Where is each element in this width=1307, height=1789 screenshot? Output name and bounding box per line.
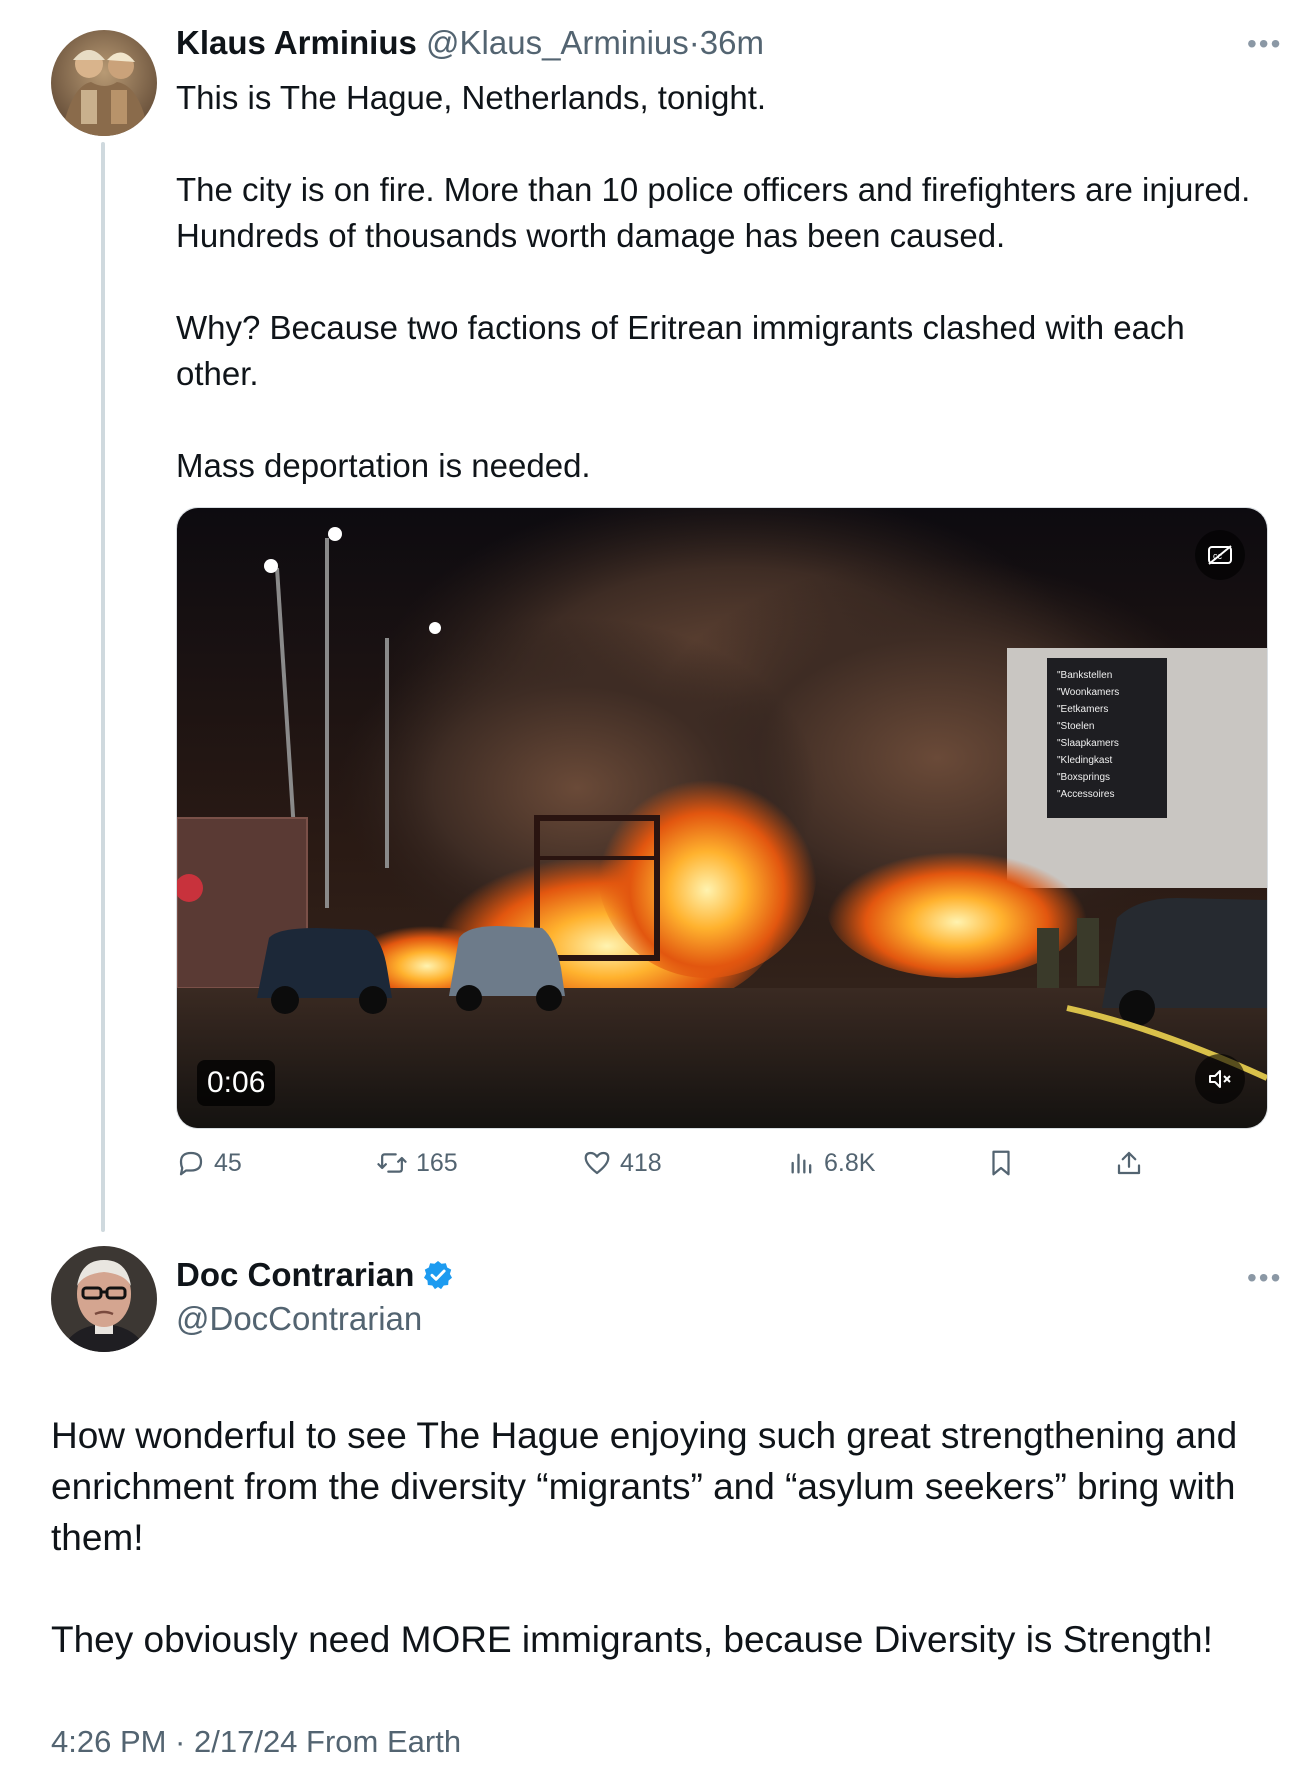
tweet-header: Klaus Arminius @Klaus_Arminius·36m <box>176 24 764 62</box>
video-duration: 0:06 <box>197 1060 276 1106</box>
store-sign-line: "Stoelen <box>1057 721 1094 732</box>
repost-count: 165 <box>416 1148 458 1177</box>
views-button[interactable]: 6.8K <box>788 1148 875 1178</box>
reply-author-row: Doc Contrarian <box>176 1256 454 1294</box>
bookmark-button[interactable] <box>986 1148 1016 1178</box>
tweet-timestamp[interactable]: 4:26 PM · 2/17/24 From Earth <box>51 1724 461 1760</box>
bookmark-icon <box>992 1150 1010 1176</box>
captions-off-icon[interactable]: cc <box>1195 530 1245 580</box>
like-button[interactable]: 418 <box>582 1148 662 1178</box>
tweet-text: This is The Hague, Netherlands, tonight.… <box>176 75 1266 489</box>
reply-count: 45 <box>214 1148 242 1177</box>
store-sign-line: "Boxsprings <box>1057 772 1110 783</box>
store-sign-line: "Accessoires <box>1057 789 1114 800</box>
share-button[interactable] <box>1114 1148 1144 1178</box>
header-separator: · <box>688 24 700 61</box>
reply-author-handle[interactable]: @DocContrarian <box>176 1300 422 1338</box>
more-horizontal-icon[interactable]: ••• <box>1247 1262 1282 1294</box>
video-player[interactable]: "Bankstellen "Woonkamers "Eetkamers "Sto… <box>176 507 1268 1129</box>
tweet-paragraph: This is The Hague, Netherlands, tonight. <box>176 79 767 116</box>
muted-speaker-icon[interactable] <box>1195 1054 1245 1104</box>
reply-paragraph: How wonderful to see The Hague enjoying … <box>51 1415 1238 1558</box>
author-name[interactable]: Klaus Arminius <box>176 24 417 61</box>
views-chart-icon <box>791 1153 812 1174</box>
view-count: 6.8K <box>824 1148 876 1177</box>
author-handle[interactable]: @Klaus_Arminius <box>426 24 689 61</box>
reply-tweet-text: How wonderful to see The Hague enjoying … <box>51 1410 1271 1665</box>
tweet-paragraph: Why? Because two factions of Eritrean im… <box>176 309 1185 392</box>
reply-author-name[interactable]: Doc Contrarian <box>176 1256 414 1294</box>
tweet-time-ago[interactable]: 36m <box>700 24 764 61</box>
like-count: 418 <box>620 1148 662 1177</box>
avatar-doc-contrarian[interactable] <box>51 1246 157 1352</box>
reply-button[interactable]: 45 <box>176 1148 242 1178</box>
store-sign-line: "Woonkamers <box>1057 687 1119 698</box>
video-thumbnail: "Bankstellen "Woonkamers "Eetkamers "Sto… <box>177 508 1267 1128</box>
avatar-klaus-arminius[interactable] <box>51 30 157 136</box>
store-sign-line: "Bankstellen <box>1057 670 1112 681</box>
reply-paragraph: They obviously need MORE immigrants, bec… <box>51 1619 1213 1660</box>
tweet-paragraph: Mass deportation is needed. <box>176 447 591 484</box>
share-icon <box>1117 1151 1141 1175</box>
repost-icon <box>377 1153 407 1173</box>
reply-icon <box>179 1151 203 1176</box>
thread-connector-line <box>101 142 105 1232</box>
tweet-paragraph: The city is on fire. More than 10 police… <box>176 171 1251 254</box>
tweet-action-bar: 45 165 418 6.8K <box>176 1148 1176 1188</box>
repost-button[interactable]: 165 <box>376 1148 458 1178</box>
verified-badge-icon[interactable] <box>422 1259 454 1291</box>
more-horizontal-icon[interactable]: ••• <box>1247 28 1282 60</box>
heart-icon <box>584 1151 610 1175</box>
store-sign-line: "Slaapkamers <box>1057 738 1119 749</box>
store-sign-line: "Kledingkast <box>1057 755 1112 766</box>
store-sign-line: "Eetkamers <box>1057 704 1108 715</box>
